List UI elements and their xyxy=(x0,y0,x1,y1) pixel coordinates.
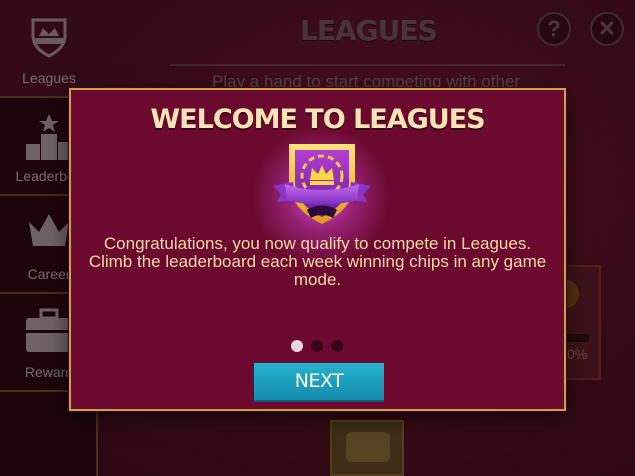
next-button[interactable]: NEXT xyxy=(254,363,384,402)
leagues-crown-shield-icon xyxy=(273,144,371,224)
pager-dots xyxy=(291,340,343,352)
modal-body-text: Congratulations, you now qualify to comp… xyxy=(88,234,547,289)
welcome-modal: WELCOME TO LEAGUES Congratulations, you … xyxy=(69,88,566,411)
pager-dot-2[interactable] xyxy=(311,340,323,352)
pager-dot-3[interactable] xyxy=(331,340,343,352)
pager-dot-1[interactable] xyxy=(291,340,303,352)
